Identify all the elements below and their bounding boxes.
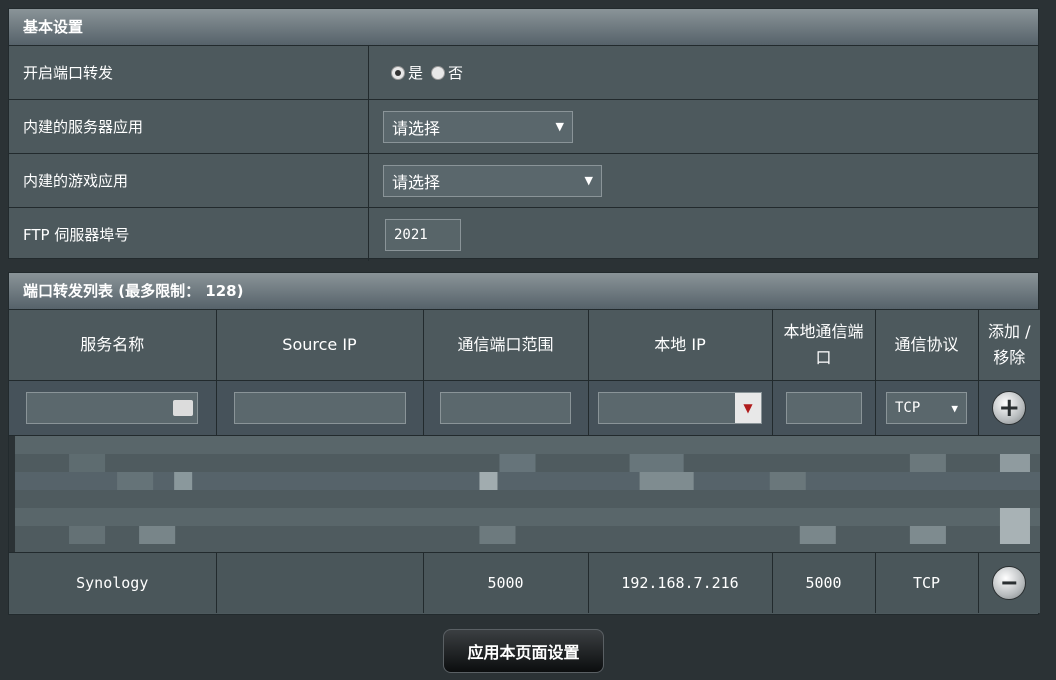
header-add-remove: 添加 / 移除 xyxy=(978,310,1040,381)
ftp-port-row: FTP 伺服器埠号 2021 xyxy=(9,208,1038,261)
new-rule-row: ▼ TCP ▼ + xyxy=(9,380,1040,436)
list-title: 端口转发列表 (最多限制： 128) xyxy=(9,273,1038,310)
dropdown-arrow-icon[interactable]: ▼ xyxy=(735,393,761,423)
game-app-label: 内建的游戏应用 xyxy=(9,154,369,207)
pixelated-redaction xyxy=(9,436,1040,552)
basic-settings-title: 基本设置 xyxy=(9,9,1038,46)
port-range-input[interactable] xyxy=(440,392,571,424)
cell-service-name: Synology xyxy=(9,552,217,613)
basic-settings-panel: 基本设置 开启端口转发 是 否 内建的服务器应用 请选择 ▼ 内建的游戏应用 请… xyxy=(8,8,1039,261)
service-name-input[interactable] xyxy=(26,392,199,424)
protocol-select[interactable]: TCP ▼ xyxy=(886,392,967,424)
server-app-select[interactable]: 请选择 ▼ xyxy=(383,110,573,143)
header-local-port: 本地通信端口 xyxy=(772,310,876,381)
cell-local-port: 5000 xyxy=(772,552,876,613)
game-app-select[interactable]: 请选择 ▼ xyxy=(383,164,602,197)
port-forward-table: 服务名称 Source IP 通信端口范围 本地 IP 本地通信端口 通信协议 … xyxy=(9,310,1040,613)
apply-settings-button[interactable]: 应用本页面设置 xyxy=(443,629,604,673)
ftp-port-input[interactable]: 2021 xyxy=(385,218,461,251)
dropdown-caret-icon: ▼ xyxy=(584,174,593,187)
enable-yes-radio[interactable] xyxy=(391,65,405,80)
port-forward-row: 开启端口转发 是 否 xyxy=(9,46,1038,100)
cell-local-ip: 192.168.7.216 xyxy=(588,552,773,613)
remove-icon[interactable]: − xyxy=(992,566,1027,600)
source-ip-input[interactable] xyxy=(233,392,406,424)
enable-no-radio[interactable] xyxy=(431,65,446,80)
local-port-input[interactable] xyxy=(785,392,862,424)
table-header-row: 服务名称 Source IP 通信端口范围 本地 IP 本地通信端口 通信协议 … xyxy=(9,310,1040,381)
cell-source-ip xyxy=(216,552,424,613)
dropdown-caret-icon: ▼ xyxy=(951,401,958,415)
local-ip-input[interactable]: ▼ xyxy=(598,392,762,424)
dropdown-caret-icon: ▼ xyxy=(555,120,564,133)
enable-no-label: 否 xyxy=(448,64,464,82)
game-app-row: 内建的游戏应用 请选择 ▼ xyxy=(9,154,1038,208)
ftp-port-label: FTP 伺服器埠号 xyxy=(9,208,369,261)
add-icon[interactable]: + xyxy=(992,391,1027,425)
server-app-row: 内建的服务器应用 请选择 ▼ xyxy=(9,100,1038,154)
header-protocol: 通信协议 xyxy=(875,310,979,381)
cell-protocol: TCP xyxy=(875,552,979,613)
cell-port-range: 5000 xyxy=(423,552,589,613)
header-local-ip: 本地 IP xyxy=(588,310,773,381)
table-row: Synology 5000 192.168.7.216 5000 TCP − xyxy=(9,552,1040,613)
server-app-label: 内建的服务器应用 xyxy=(9,100,369,153)
enable-yes-label: 是 xyxy=(408,64,424,82)
header-source-ip: Source IP xyxy=(216,310,424,381)
header-port-range: 通信端口范围 xyxy=(423,310,589,381)
port-forward-list-panel: 端口转发列表 (最多限制： 128) 服务名称 Source IP 通信端口范围… xyxy=(8,272,1040,615)
redacted-rows xyxy=(9,436,1040,553)
port-forward-label: 开启端口转发 xyxy=(9,46,369,99)
header-service-name: 服务名称 xyxy=(9,310,217,381)
id-card-icon[interactable] xyxy=(173,400,194,416)
